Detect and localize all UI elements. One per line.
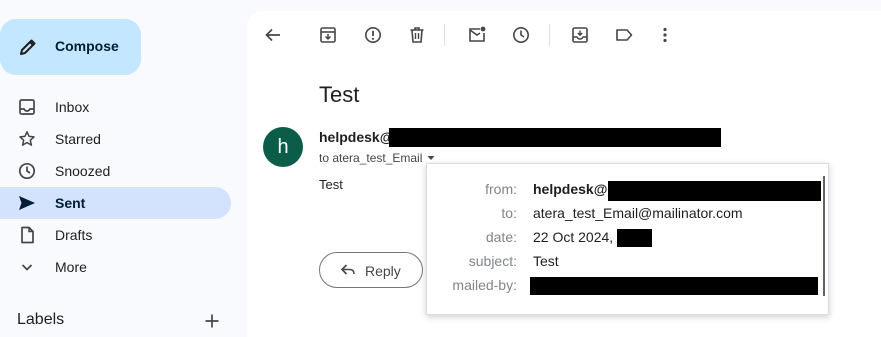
clock-icon — [18, 162, 36, 180]
more-vert-icon[interactable] — [655, 25, 675, 45]
compose-button[interactable]: Compose — [0, 19, 141, 75]
send-icon — [18, 194, 36, 212]
details-subject-key: subject: — [468, 253, 517, 269]
draft-icon — [18, 226, 36, 244]
report-spam-icon[interactable] — [363, 25, 383, 45]
sidebar-item-label: Inbox — [55, 99, 90, 115]
sidebar-item-label: Sent — [55, 195, 86, 211]
reply-label: Reply — [365, 263, 401, 279]
snooze-icon[interactable] — [511, 25, 531, 45]
recipient-text: to atera_test_Email — [319, 151, 423, 165]
details-mailedby-key: mailed-by: — [452, 277, 517, 293]
reply-icon — [340, 262, 356, 278]
redacted-from-domain — [608, 181, 821, 201]
inbox-icon — [18, 98, 36, 116]
label-icon[interactable] — [614, 25, 634, 45]
details-to-value: atera_test_Email@mailinator.com — [533, 205, 743, 221]
add-label-icon[interactable] — [204, 313, 220, 329]
details-from-key: from: — [485, 181, 517, 197]
toolbar-divider — [444, 24, 445, 46]
back-arrow-icon[interactable] — [263, 25, 283, 45]
message-details-popup: from: helpdesk@ to: atera_test_Email@mai… — [426, 163, 829, 315]
sidebar-item-label: More — [55, 259, 87, 275]
details-date-row: date: 22 Oct 2024, — [427, 229, 822, 249]
details-subject-row: subject: Test — [427, 253, 822, 273]
message-body: Test — [319, 177, 343, 192]
pencil-icon — [18, 37, 38, 57]
redacted-time — [617, 229, 652, 247]
details-to-key: to: — [501, 205, 517, 221]
mark-unread-icon[interactable] — [467, 25, 487, 45]
labels-heading: Labels — [17, 311, 65, 328]
details-date-value: 22 Oct 2024, — [533, 229, 614, 245]
details-subject-value: Test — [533, 253, 559, 269]
message-subject: Test — [319, 82, 360, 107]
sidebar-item-inbox[interactable]: Inbox — [0, 91, 231, 123]
compose-label: Compose — [55, 38, 119, 54]
redacted-sender-domain — [389, 128, 721, 147]
sidebar-item-label: Starred — [55, 131, 101, 147]
sender-name: helpdesk@ — [319, 129, 394, 145]
popup-scrollbar[interactable] — [823, 176, 825, 296]
toolbar-divider — [549, 24, 550, 46]
redacted-mailed-by — [530, 277, 818, 295]
sidebar-item-label: Snoozed — [55, 163, 111, 179]
archive-icon[interactable] — [318, 25, 338, 45]
star-icon — [18, 130, 36, 148]
delete-icon[interactable] — [407, 25, 427, 45]
sidebar-item-label: Drafts — [55, 227, 93, 243]
recipient-line: to atera_test_Email — [319, 151, 436, 165]
details-date-key: date: — [485, 229, 517, 245]
move-to-icon[interactable] — [570, 25, 590, 45]
details-from-row: from: helpdesk@ — [427, 181, 822, 201]
caret-down-icon[interactable] — [426, 153, 436, 163]
details-from-value: helpdesk@ — [533, 181, 608, 197]
details-mailedby-row: mailed-by: — [427, 277, 822, 297]
sidebar-item-snoozed[interactable]: Snoozed — [0, 155, 231, 187]
chevron-down-icon — [18, 258, 36, 276]
sidebar-item-more[interactable]: More — [0, 251, 231, 283]
reply-button[interactable]: Reply — [319, 252, 423, 288]
avatar[interactable]: h — [263, 127, 303, 167]
sidebar-item-starred[interactable]: Starred — [0, 123, 231, 155]
details-to-row: to: atera_test_Email@mailinator.com — [427, 205, 822, 225]
sidebar-item-sent[interactable]: Sent — [0, 187, 231, 219]
sidebar-item-drafts[interactable]: Drafts — [0, 219, 231, 251]
